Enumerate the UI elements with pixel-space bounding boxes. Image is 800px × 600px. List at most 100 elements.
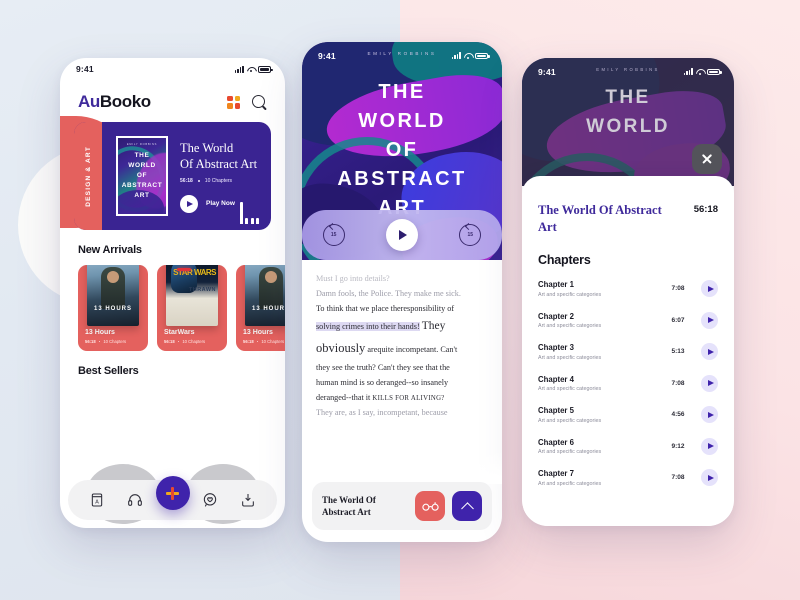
book-name: 13 Hours [85, 329, 115, 336]
page-title: The World Of Abstract Art [538, 203, 662, 234]
status-icons [451, 52, 490, 59]
hero-title: The World Of Abstract Art [180, 140, 257, 172]
book-meta: 56:18 10 Chapters [164, 339, 220, 344]
grid-cell-3 [227, 103, 233, 109]
chapter-play-icon[interactable] [701, 311, 718, 329]
poster-label: 13 HOURS [93, 306, 132, 312]
equalizer-decoration [239, 202, 259, 224]
featured-book-card[interactable]: DESIGN & ART EMILY ROBBINS THE WORLD OF … [74, 122, 271, 230]
list-item[interactable]: 13 HOURS 13 Hours 56:18 10 Chapters [236, 265, 285, 351]
signal-icon [234, 65, 244, 73]
cover-title-line1: THE [378, 81, 426, 103]
book-chapters: 10 Chapters [182, 339, 206, 344]
chapter-name: Chapter 6 [538, 437, 574, 447]
search-icon[interactable] [252, 94, 267, 110]
rewind-15-icon[interactable]: 15 [322, 224, 345, 246]
chapter-play-icon[interactable] [701, 280, 718, 298]
chapter-play-icon[interactable] [701, 406, 718, 424]
reader-line-3: To think that we place theresponsibility… [316, 304, 455, 314]
chapter-play-icon[interactable] [701, 343, 718, 361]
poster-sublabel: THRAWN [188, 287, 216, 293]
cover-title: THE WORLD [522, 84, 734, 141]
close-button[interactable] [692, 144, 722, 174]
cover-title-3: OF [136, 171, 148, 179]
chapter-subtitle: Art and specific categories [538, 291, 602, 298]
forward-label: 15 [467, 232, 474, 238]
table-row[interactable]: Chapter 3 Art and specific categories 5:… [522, 336, 734, 368]
new-arrivals-rail[interactable]: 13 HOURS 13 Hours 56:18 10 Chapters STAR… [60, 265, 285, 351]
chapter-name: Chapter 5 [538, 406, 574, 415]
chapters-sheet: The World Of Abstract Art 56:18 Chapters… [522, 176, 734, 526]
favorites-icon[interactable] [202, 492, 218, 508]
reader-fade-overlay [302, 450, 502, 484]
library-icon[interactable]: A [89, 492, 105, 508]
headphones-icon[interactable] [127, 492, 143, 508]
chapter-subtitle: Art and specific categories [538, 323, 602, 329]
table-row[interactable]: Chapter 5 Art and specific categories 4:… [522, 399, 734, 431]
forward-15-icon[interactable]: 15 [459, 224, 482, 246]
status-time: 9:41 [76, 64, 94, 74]
chapter-info: Chapter 6 Art and specific categories [538, 438, 663, 456]
table-row[interactable]: Chapter 6 Art and specific categories 9:… [522, 431, 734, 463]
battery-icon [258, 66, 273, 73]
reader-highlight[interactable]: solving crimes into their hands! [316, 322, 420, 332]
chapter-play-icon[interactable] [701, 469, 718, 487]
chapters-heading: Chapters [538, 253, 591, 267]
chevron-up-icon[interactable] [452, 491, 482, 521]
list-item[interactable]: STAR WARS THRAWN StarWars 56:18 10 Chapt… [157, 265, 227, 351]
player-cover: 9:41 EMILY ROBBINS THE WORLD OF ABSTRACT… [302, 42, 502, 260]
book-chapters: 10 Chapters [261, 339, 285, 344]
hero-duration: 56:18 [180, 177, 193, 184]
reader-line-1: Must I go into details? [316, 274, 390, 283]
section-title-new-arrivals: New Arrivals [78, 244, 142, 256]
logo-prefix: Au [78, 92, 100, 111]
chapter-play-icon[interactable] [701, 437, 718, 455]
glasses-icon[interactable] [415, 491, 445, 521]
mini-player-title: The World Of Abstract Art [322, 494, 376, 518]
phone-player-screen: 9:41 EMILY ROBBINS THE WORLD OF ABSTRACT… [302, 42, 502, 542]
player-controls: 15 15 [302, 210, 502, 260]
signal-icon [451, 52, 461, 59]
reader-line-7a: deranged--that it [316, 392, 373, 402]
chapter-time: 7:08 [671, 474, 685, 482]
header-actions [227, 94, 267, 110]
chapter-time: 9:12 [671, 442, 685, 450]
logo-suffix: Booko [99, 92, 151, 111]
section-title-best-sellers: Best Sellers [78, 365, 139, 377]
grid-icon[interactable] [227, 95, 240, 109]
reader-line-5: they see the truth? Can't they see that … [316, 362, 450, 372]
table-row[interactable]: Chapter 4 Art and specific categories 7:… [522, 368, 734, 400]
table-row[interactable]: Chapter 2 Art and specific categories 6:… [522, 305, 734, 337]
battery-icon [475, 52, 490, 59]
table-row[interactable]: Chapter 7 Art and specific categories 7:… [522, 462, 734, 494]
book-name: 13 Hours [243, 329, 273, 336]
chapter-subtitle: Art and specific categories [538, 354, 602, 361]
wifi-icon [247, 66, 255, 73]
mini-player[interactable]: The World Of Abstract Art [312, 482, 492, 530]
grid-cell-1 [227, 95, 233, 101]
chapter-name: Chapter 2 [538, 311, 574, 321]
table-row[interactable]: Chapter 1 Art and specific categories 7:… [522, 273, 734, 305]
play-icon [180, 194, 198, 213]
chapter-name: Chapter 7 [538, 469, 574, 478]
cover-title-5: ART [134, 192, 150, 200]
add-button[interactable] [155, 476, 190, 510]
hero-title-line1: The World [180, 140, 234, 155]
list-item[interactable]: 13 HOURS 13 Hours 56:18 10 Chapters [78, 265, 148, 351]
wifi-icon [464, 52, 472, 59]
cover-title-line3: OF [385, 139, 419, 161]
sheet-header: The World Of Abstract Art 56:18 [522, 176, 734, 235]
chapter-info: Chapter 1 Art and specific categories [538, 280, 663, 298]
total-duration: 56:18 [693, 204, 718, 215]
app-logo: AuBooko [78, 92, 151, 112]
play-button[interactable] [385, 219, 418, 251]
chapter-play-icon[interactable] [701, 374, 718, 392]
reader-big-2: obviously [316, 341, 366, 356]
book-meta: 56:18 10 Chapters [85, 339, 141, 344]
poster-label: STAR WARS [173, 268, 216, 277]
chapter-name: Chapter 4 [538, 374, 574, 384]
downloads-icon[interactable] [240, 492, 256, 508]
book-duration: 56:18 [243, 339, 254, 344]
book-poster: STAR WARS THRAWN [166, 265, 218, 326]
reader-big-1: They [421, 320, 446, 333]
